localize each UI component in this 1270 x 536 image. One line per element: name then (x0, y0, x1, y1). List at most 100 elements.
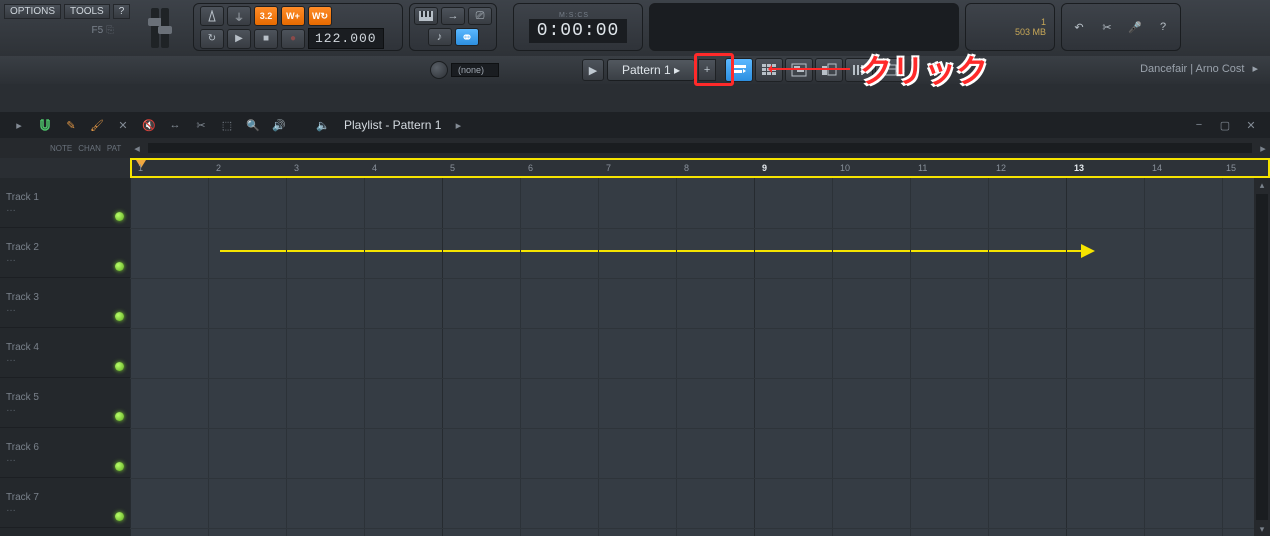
wait-btn[interactable]: ⏚ (227, 6, 251, 26)
pattern-selector[interactable]: Pattern 1 ▸ (607, 59, 695, 81)
menu-tools[interactable]: TOOLS (64, 4, 110, 19)
metronome-btn[interactable] (200, 6, 224, 26)
track-menu-dots[interactable]: … (6, 253, 130, 264)
ruler-mark-9: 9 (762, 160, 767, 176)
menu-options[interactable]: OPTIONS (4, 4, 61, 19)
snap-display[interactable]: (none) (451, 63, 499, 77)
mute-tool[interactable]: 🔇 (140, 116, 158, 134)
overdub-btn[interactable]: W+ (281, 6, 305, 26)
minimize-btn[interactable]: − (1190, 116, 1208, 134)
draw-tool[interactable]: ✎ (62, 116, 80, 134)
countdown-btn[interactable]: 3.2 (254, 6, 278, 26)
close-btn[interactable]: ✕ (1242, 116, 1260, 134)
playlist-header: NOTE CHAN PAT ◂ ▸ (0, 138, 1270, 158)
track-active-indicator[interactable] (115, 462, 124, 471)
song-title[interactable]: Dancefair | Arno Cost▸ (1140, 62, 1258, 75)
grid-column (676, 178, 677, 536)
track-label: Track 7 (6, 492, 130, 503)
track-menu-dots[interactable]: … (6, 403, 130, 414)
maximize-btn[interactable]: ▢ (1216, 116, 1234, 134)
slice-tool[interactable]: ✂ (192, 116, 210, 134)
track-active-indicator[interactable] (115, 512, 124, 521)
pattern-add-btn[interactable]: + (698, 59, 716, 81)
delete-tool[interactable]: ✕ (114, 116, 132, 134)
track-active-indicator[interactable] (115, 262, 124, 271)
track-header-6[interactable]: Track 6… (0, 428, 130, 478)
zoom-tool[interactable]: 🔍 (244, 116, 262, 134)
speaker-icon[interactable]: 🔈 (314, 116, 332, 134)
record-btn[interactable]: ● (281, 29, 305, 49)
track-grid[interactable] (130, 178, 1254, 536)
right-tools-panel: ↶ ✂ 🎤 ? (1061, 3, 1181, 51)
track-menu-dots[interactable]: … (6, 353, 130, 364)
pattern-play-btn[interactable]: ▶ (582, 59, 604, 81)
link-btn[interactable] (455, 28, 479, 46)
visualizer[interactable] (649, 3, 959, 51)
grid-column (910, 178, 911, 536)
track-active-indicator[interactable] (115, 362, 124, 371)
play-btn[interactable]: ▶ (227, 29, 251, 49)
annotation-arrow-yellow (220, 250, 1090, 252)
piano-roll-btn[interactable] (414, 7, 438, 25)
v-scroll-track[interactable] (1256, 194, 1268, 520)
loop-rec-btn[interactable]: W↻ (308, 6, 332, 26)
mode-panel: → ⎚ ♪ (409, 3, 497, 51)
grid-row-line (130, 278, 1254, 279)
mixer-view-btn[interactable]: ⎚ (468, 7, 492, 25)
v-scrollbar: ▴ ▾ (1254, 178, 1270, 536)
ruler-mark-5: 5 (450, 160, 455, 176)
track-header-5[interactable]: Track 5… (0, 378, 130, 428)
scissors-btn[interactable]: ✂ (1095, 15, 1119, 39)
track-active-indicator[interactable] (115, 212, 124, 221)
playlist-menu-btn[interactable]: ▸ (10, 116, 28, 134)
grid-column (988, 178, 989, 536)
track-menu-dots[interactable]: … (6, 303, 130, 314)
track-menu-dots[interactable]: … (6, 503, 130, 514)
track-header-2[interactable]: Track 2… (0, 228, 130, 278)
time-panel: M:S:CS 0:00:00 (513, 3, 643, 51)
h-scroll-left[interactable]: ◂ (130, 141, 144, 155)
paint-tool[interactable]: 🖌 (88, 116, 106, 134)
time-label: M:S:CS (559, 12, 597, 19)
track-header-1[interactable]: Track 1… (0, 178, 130, 228)
tab-note[interactable]: NOTE (50, 144, 72, 153)
v-scroll-up[interactable]: ▴ (1254, 178, 1270, 192)
v-scroll-down[interactable]: ▾ (1254, 522, 1270, 536)
mic-btn[interactable]: 🎤 (1123, 15, 1147, 39)
track-active-indicator[interactable] (115, 412, 124, 421)
playlist-title-arrow[interactable]: ▸ (449, 116, 467, 134)
help-btn[interactable]: ? (1151, 15, 1175, 39)
slip-tool[interactable]: ↔ (166, 116, 184, 134)
timeline-ruler[interactable]: 123456789101112131415 (130, 158, 1270, 178)
menu-help[interactable]: ? (113, 4, 131, 19)
playback-tool[interactable]: 🔊 (270, 116, 288, 134)
tab-chan[interactable]: CHAN (78, 144, 101, 153)
typing-kbd-btn[interactable]: ♪ (428, 28, 452, 46)
playlist-view-btn[interactable] (725, 58, 753, 82)
undo-history-btn[interactable]: ↶ (1067, 15, 1091, 39)
grid-column (754, 178, 755, 536)
track-menu-dots[interactable]: … (6, 203, 130, 214)
grid-column (1144, 178, 1145, 536)
track-header-4[interactable]: Track 4… (0, 328, 130, 378)
track-menu-dots[interactable]: … (6, 453, 130, 464)
h-scroll-right[interactable]: ▸ (1256, 141, 1270, 155)
h-scroll-track[interactable] (148, 143, 1252, 153)
tab-pat[interactable]: PAT (107, 144, 121, 153)
song-mode-btn[interactable]: ↻ (200, 29, 224, 49)
select-tool[interactable]: ⬚ (218, 116, 236, 134)
tempo-display[interactable]: 122.000 (308, 28, 384, 49)
snap-knob[interactable] (430, 61, 448, 79)
step-mode-btn[interactable]: → (441, 7, 465, 25)
grid-column (286, 178, 287, 536)
track-header-3[interactable]: Track 3… (0, 278, 130, 328)
stop-btn[interactable]: ■ (254, 29, 278, 49)
master-pitch-fader[interactable] (161, 8, 169, 48)
piano-roll-view-btn[interactable] (785, 58, 813, 82)
time-display[interactable]: 0:00:00 (529, 19, 628, 43)
track-active-indicator[interactable] (115, 312, 124, 321)
browser-view-btn[interactable] (815, 58, 843, 82)
track-header-7[interactable]: Track 7… (0, 478, 130, 528)
magnet-snap-btn[interactable] (36, 116, 54, 134)
ruler-mark-11: 11 (918, 160, 927, 176)
